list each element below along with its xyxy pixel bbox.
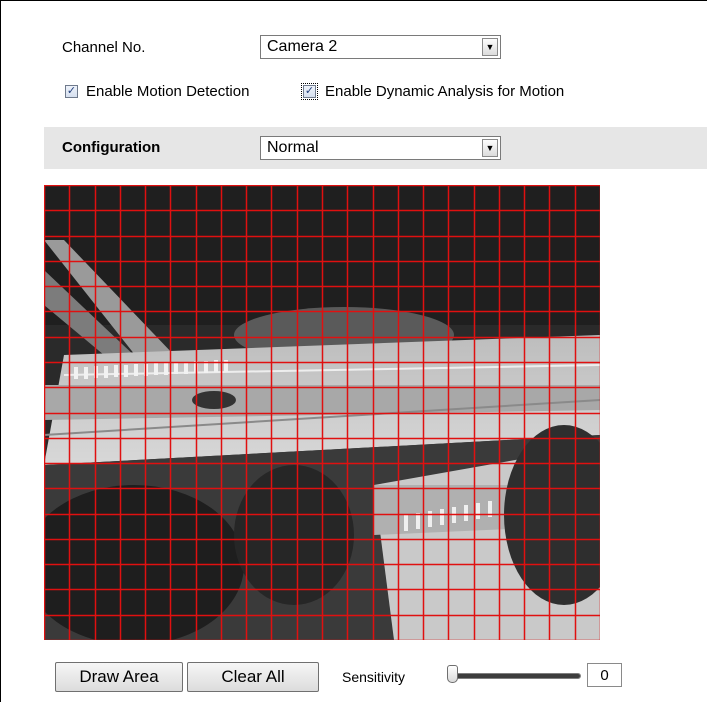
frame-border-left xyxy=(0,0,1,702)
channel-select[interactable]: Camera 2 ▼ xyxy=(260,35,501,59)
sensitivity-label: Sensitivity xyxy=(342,669,406,685)
channel-label: Channel No. xyxy=(62,39,146,56)
sensitivity-value-input[interactable] xyxy=(587,663,622,687)
draw-area-button[interactable]: Draw Area xyxy=(55,662,183,692)
sensitivity-slider-track[interactable] xyxy=(451,673,581,679)
frame-border-top xyxy=(0,0,707,1)
dynamic-analysis-checkbox[interactable]: ✓ xyxy=(301,83,318,100)
channel-select-value: Camera 2 xyxy=(267,38,338,55)
configuration-select[interactable]: Normal ▼ xyxy=(260,136,501,160)
camera-video-canvas[interactable] xyxy=(44,185,600,640)
sensitivity-slider-fill xyxy=(452,674,580,678)
configuration-label: Configuration xyxy=(62,139,161,156)
configuration-select-value: Normal xyxy=(267,139,319,156)
motion-detection-label: Enable Motion Detection xyxy=(86,83,250,100)
sensitivity-slider-thumb[interactable] xyxy=(447,665,458,683)
camera-scene-image xyxy=(44,185,600,640)
clear-all-button[interactable]: Clear All xyxy=(187,662,319,692)
dynamic-analysis-label: Enable Dynamic Analysis for Motion xyxy=(325,83,565,100)
chevron-down-icon[interactable]: ▼ xyxy=(482,38,498,56)
chevron-down-icon[interactable]: ▼ xyxy=(482,139,498,157)
motion-detection-checkbox[interactable]: ✓ xyxy=(65,85,78,98)
